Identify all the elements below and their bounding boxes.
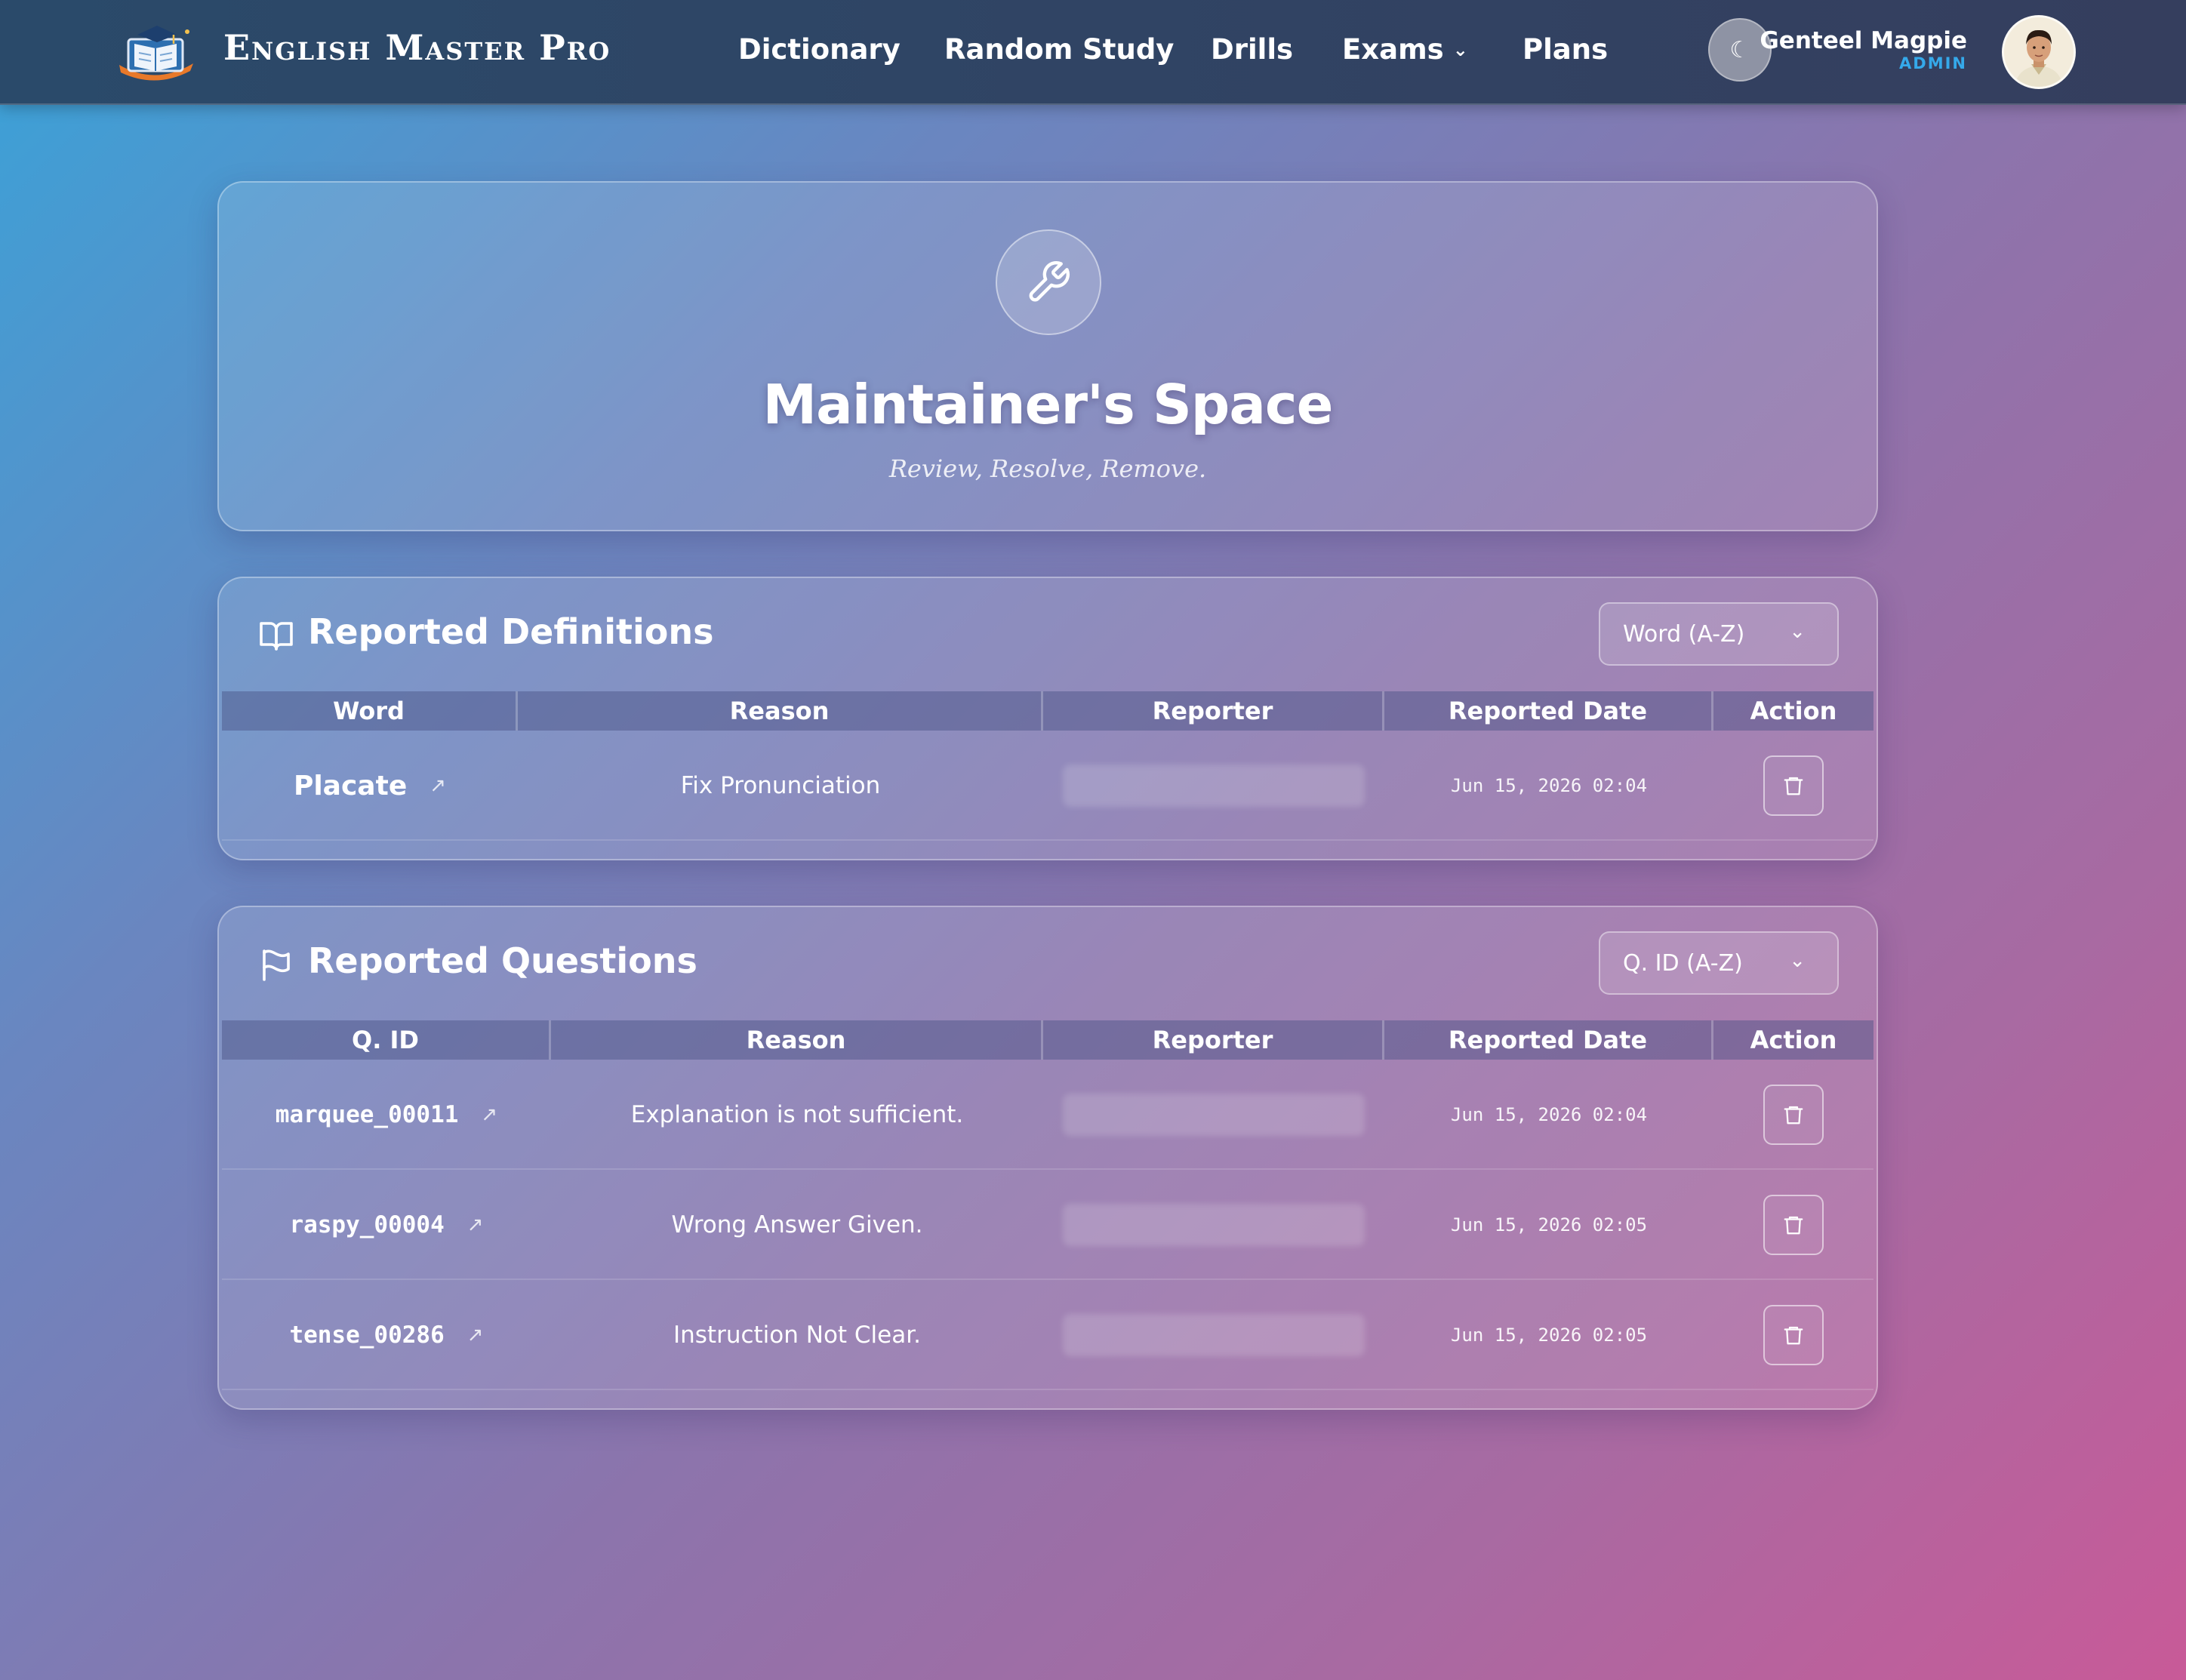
table-row: raspy_00004 ↗ Wrong Answer Given. Jun 15,… (222, 1170, 1873, 1280)
qid-cell[interactable]: raspy_00004 ↗ (222, 1170, 551, 1280)
column-header-reporter: Reporter (1043, 1020, 1384, 1060)
delete-button[interactable] (1763, 1085, 1824, 1145)
column-header-qid[interactable]: Q. ID (222, 1020, 551, 1060)
action-cell (1713, 731, 1873, 841)
chevron-down-icon: ⌄ (1452, 39, 1468, 60)
chevron-down-icon: ⌄ (1789, 620, 1806, 643)
reason-cell: Wrong Answer Given. (671, 1211, 923, 1238)
reported-date: Jun 15, 2026 02:04 (1450, 775, 1648, 796)
definitions-sort-select[interactable]: Word (A-Z) ⌄ (1599, 602, 1839, 666)
nav-random-study[interactable]: Random Study (944, 33, 1174, 66)
nav-plans[interactable]: Plans (1523, 33, 1608, 66)
flag-icon (258, 946, 294, 983)
date-cell: Jun 15, 2026 02:04 (1384, 1060, 1713, 1170)
reason-cell: Instruction Not Clear. (673, 1322, 921, 1349)
reporter-cell (1043, 1060, 1384, 1170)
column-header-reported-date: Reported Date (1384, 691, 1713, 731)
wrench-icon (996, 229, 1101, 335)
action-cell (1713, 1060, 1873, 1170)
trash-icon (1784, 1106, 1803, 1125)
trash-icon (1784, 1326, 1803, 1345)
column-header-reporter: Reporter (1043, 691, 1384, 731)
nav-drills[interactable]: Drills (1211, 33, 1293, 66)
reporter-redacted (1063, 765, 1365, 807)
reported-date: Jun 15, 2026 02:04 (1450, 1104, 1648, 1125)
column-header-action: Action (1713, 691, 1873, 731)
avatar[interactable] (2002, 15, 2076, 89)
table-row: Placate ↗ Fix Pronunciation Jun 15, 2026 … (222, 731, 1873, 841)
reporter-redacted (1063, 1204, 1365, 1246)
question-id-link[interactable]: marquee_00011 (276, 1101, 459, 1128)
external-link-icon[interactable]: ↗ (467, 1324, 484, 1346)
trash-icon (1784, 777, 1803, 795)
word-cell[interactable]: Placate ↗ (222, 731, 518, 841)
delete-button[interactable] (1763, 1305, 1824, 1365)
word-link[interactable]: Placate (294, 771, 407, 802)
reporter-cell (1043, 731, 1384, 841)
page-title: Maintainer's Space (762, 373, 1334, 436)
chevron-down-icon: ⌄ (1789, 949, 1806, 972)
moon-icon: ☾ (1729, 36, 1750, 63)
page-subtitle: Review, Resolve, Remove. (888, 454, 1207, 483)
action-cell (1713, 1280, 1873, 1390)
nav-dictionary[interactable]: Dictionary (738, 33, 901, 66)
reason-cell: Fix Pronunciation (680, 772, 881, 799)
questions-sort-value: Q. ID (A-Z) (1623, 949, 1743, 977)
question-id-link[interactable]: tense_00286 (289, 1322, 444, 1349)
column-header-word[interactable]: Word (222, 691, 518, 731)
logo-icon[interactable] (112, 18, 201, 86)
table-row: tense_00286 ↗ Instruction Not Clear. Jun … (222, 1280, 1873, 1390)
user-role-badge: ADMIN (1899, 54, 1967, 72)
table-header: Q. ID Reason Reporter Reported Date Acti… (222, 1020, 1873, 1060)
reported-date: Jun 15, 2026 02:05 (1450, 1325, 1648, 1346)
trash-icon (1784, 1216, 1803, 1235)
action-cell (1713, 1170, 1873, 1280)
book-icon (258, 617, 294, 654)
reported-definitions-card: Reported Definitions Word (A-Z) ⌄ Word R… (217, 577, 1878, 860)
date-cell: Jun 15, 2026 02:05 (1384, 1170, 1713, 1280)
section-title-definitions: Reported Definitions (308, 611, 714, 652)
table-row: marquee_00011 ↗ Explanation is not suffic… (222, 1060, 1873, 1170)
section-title-questions: Reported Questions (308, 940, 697, 981)
nav-exams[interactable]: Exams ⌄ (1342, 33, 1468, 66)
brand-title[interactable]: English Master Pro (223, 27, 611, 68)
user-name: Genteel Magpie (1760, 27, 1967, 54)
delete-button[interactable] (1763, 755, 1824, 816)
nav-exams-label: Exams (1342, 33, 1444, 66)
external-link-icon[interactable]: ↗ (467, 1214, 484, 1236)
qid-cell[interactable]: marquee_00011 ↗ (222, 1060, 551, 1170)
questions-sort-select[interactable]: Q. ID (A-Z) ⌄ (1599, 931, 1839, 995)
external-link-icon[interactable]: ↗ (481, 1103, 497, 1126)
reporter-cell (1043, 1170, 1384, 1280)
reporter-redacted (1063, 1094, 1365, 1136)
column-header-reason: Reason (518, 691, 1043, 731)
column-header-reason: Reason (551, 1020, 1043, 1060)
column-header-reported-date: Reported Date (1384, 1020, 1713, 1060)
table-header: Word Reason Reporter Reported Date Actio… (222, 691, 1873, 731)
date-cell: Jun 15, 2026 02:04 (1384, 731, 1713, 841)
reporter-redacted (1063, 1314, 1365, 1356)
external-link-icon[interactable]: ↗ (430, 774, 446, 797)
qid-cell[interactable]: tense_00286 ↗ (222, 1280, 551, 1390)
reason-cell: Explanation is not sufficient. (630, 1101, 964, 1128)
date-cell: Jun 15, 2026 02:05 (1384, 1280, 1713, 1390)
column-header-action: Action (1713, 1020, 1873, 1060)
reported-date: Jun 15, 2026 02:05 (1450, 1214, 1648, 1235)
reported-questions-card: Reported Questions Q. ID (A-Z) ⌄ Q. ID R… (217, 906, 1878, 1410)
reporter-cell (1043, 1280, 1384, 1390)
delete-button[interactable] (1763, 1195, 1824, 1255)
maintainer-hero-card: Maintainer's Space Review, Resolve, Remo… (217, 181, 1878, 531)
question-id-link[interactable]: raspy_00004 (289, 1211, 444, 1238)
definitions-sort-value: Word (A-Z) (1623, 620, 1745, 648)
top-navbar: English Master Pro Dictionary Random Stu… (0, 0, 2186, 105)
